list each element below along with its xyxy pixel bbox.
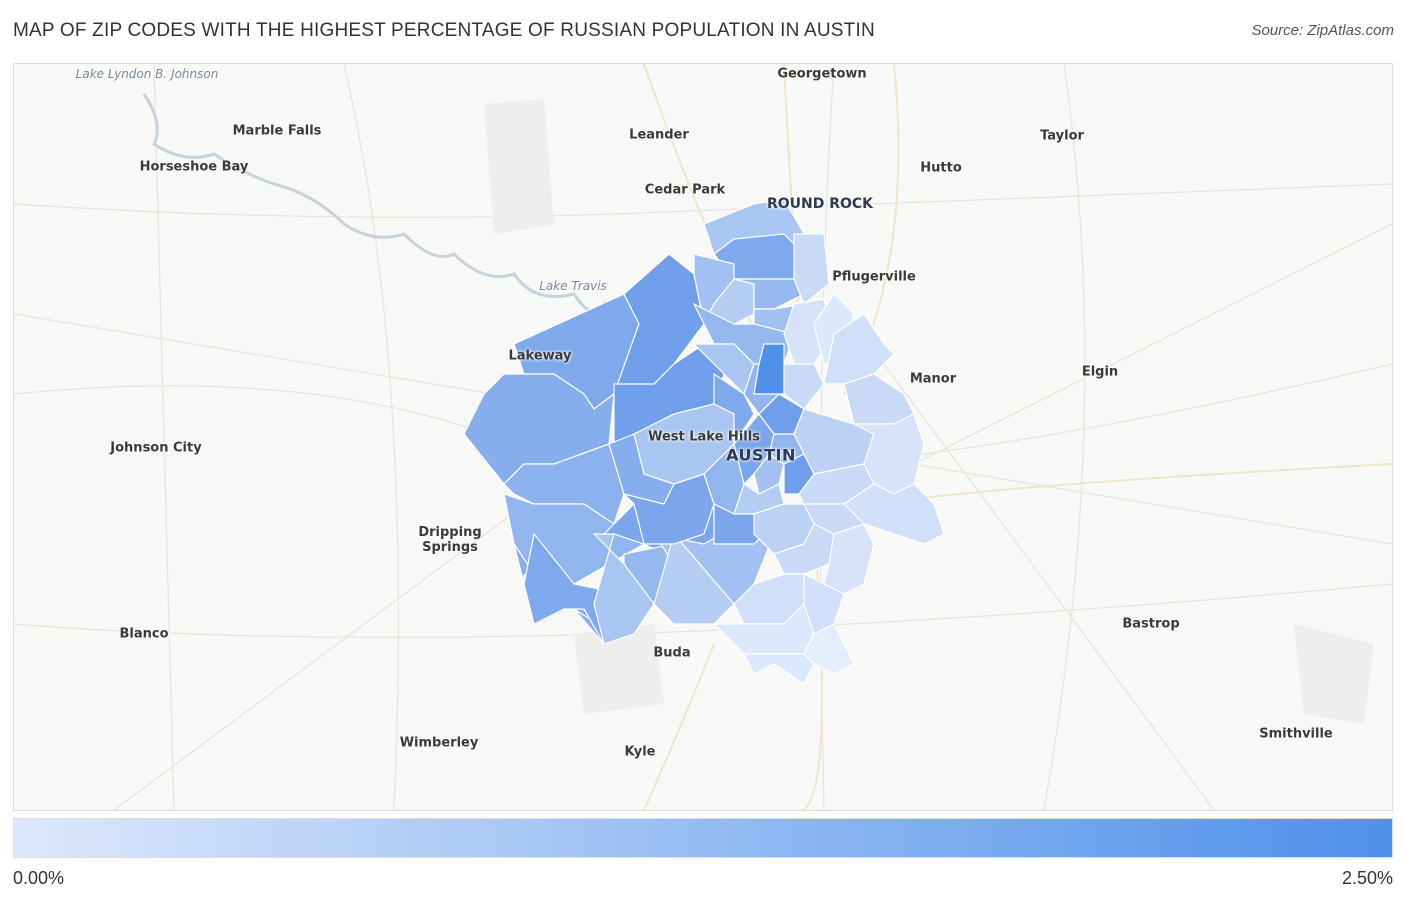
kyle-label: Kyle [624, 744, 656, 760]
buda-label: Buda [653, 645, 691, 661]
blanco-label: Blanco [119, 626, 169, 642]
source-label: Source: ZipAtlas.com [1251, 22, 1394, 39]
color-scale-legend [13, 818, 1393, 858]
dripping-springs-label: Dripping Springs [418, 525, 482, 555]
wimberley-label: Wimberley [399, 735, 479, 751]
map-title: MAP OF ZIP CODES WITH THE HIGHEST PERCEN… [13, 20, 875, 41]
map-area[interactable]: Lake Lyndon B. Johnson Georgetown Marble… [13, 63, 1393, 811]
bastrop-label: Bastrop [1122, 616, 1180, 632]
taylor-label: Taylor [1040, 128, 1084, 144]
leander-label: Leander [629, 127, 689, 143]
lake-lbj-label: Lake Lyndon B. Johnson [75, 67, 219, 81]
round-rock-label: ROUND ROCK [766, 196, 874, 212]
legend-max-label: 2.50% [1341, 868, 1393, 888]
georgetown-label: Georgetown [777, 66, 867, 82]
horseshoe-bay-label: Horseshoe Bay [139, 159, 249, 175]
austin-label: AUSTIN [726, 445, 796, 465]
hutto-label: Hutto [920, 160, 962, 176]
west-lake-hills-label: West Lake Hills [648, 429, 760, 445]
legend-min-label: 0.00% [13, 868, 65, 888]
lake-travis-label: Lake Travis [539, 279, 607, 293]
marble-falls-label: Marble Falls [232, 123, 322, 139]
cedar-park-label: Cedar Park [644, 182, 726, 198]
manor-label: Manor [909, 371, 957, 387]
johnson-city-label: Johnson City [110, 440, 202, 456]
smithville-label: Smithville [1259, 726, 1333, 742]
pflugerville-label: Pflugerville [832, 269, 916, 285]
lakeway-label: Lakeway [508, 348, 572, 364]
elgin-label: Elgin [1081, 364, 1119, 380]
